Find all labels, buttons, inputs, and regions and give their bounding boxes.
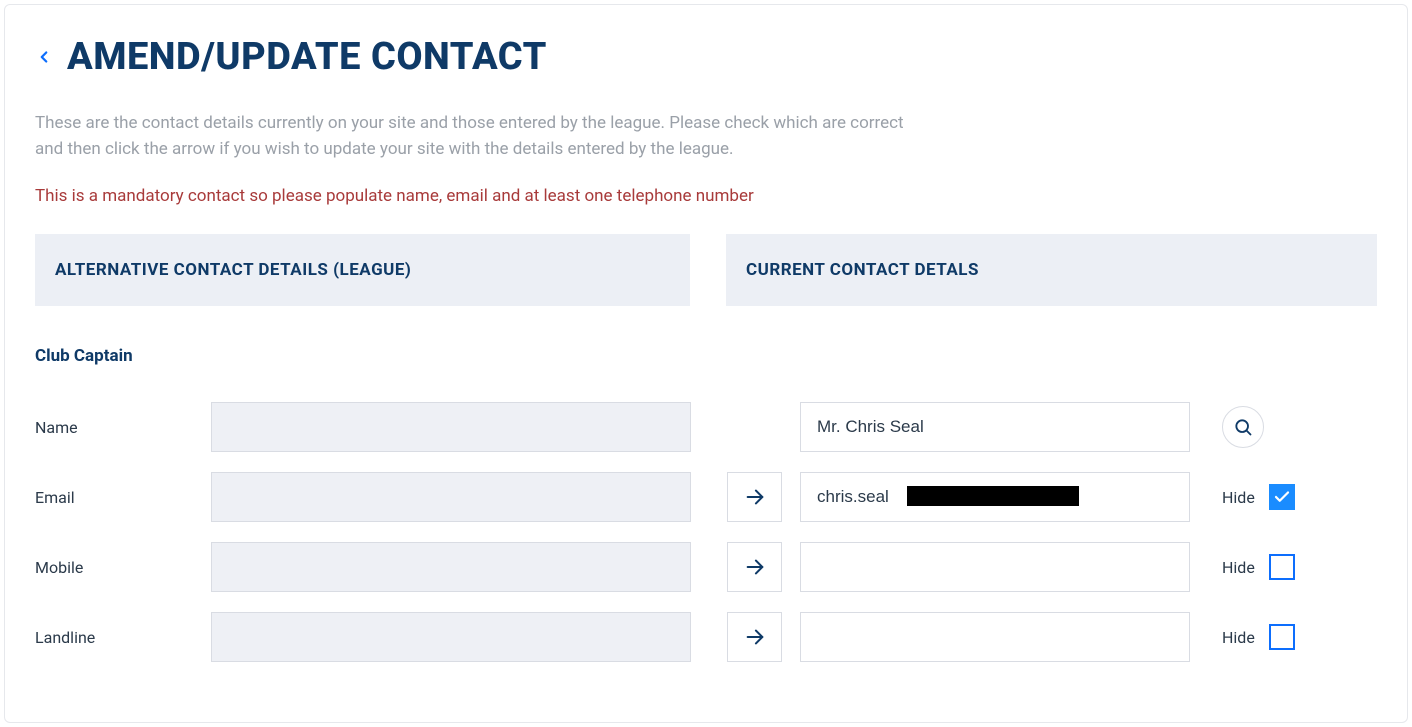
- row-landline: Landline Hide: [35, 612, 1377, 662]
- label-name: Name: [35, 418, 211, 437]
- role-title: Club Captain: [35, 346, 1377, 366]
- hide-email-label: Hide: [1222, 488, 1255, 507]
- search-icon: [1233, 417, 1253, 437]
- alternative-section-header: ALTERNATIVE CONTACT DETAILS (LEAGUE): [35, 234, 690, 306]
- transfer-landline-button[interactable]: [727, 612, 782, 662]
- league-mobile-input: [211, 542, 691, 592]
- page-header: AMEND/UPDATE CONTACT: [35, 35, 1377, 79]
- back-button[interactable]: [35, 45, 53, 69]
- league-email-input: [211, 472, 691, 522]
- current-section-header: CURRENT CONTACT DETALS: [726, 234, 1377, 306]
- league-landline-input: [211, 612, 691, 662]
- transfer-email-button[interactable]: [727, 472, 782, 522]
- hide-email-checkbox[interactable]: [1269, 484, 1295, 510]
- section-headers: ALTERNATIVE CONTACT DETAILS (LEAGUE) CUR…: [35, 234, 1377, 306]
- page-container: AMEND/UPDATE CONTACT These are the conta…: [4, 4, 1408, 723]
- arrow-right-icon: [744, 626, 766, 648]
- label-mobile: Mobile: [35, 558, 211, 577]
- redacted-area: [907, 486, 1079, 506]
- page-title: AMEND/UPDATE CONTACT: [67, 35, 547, 79]
- search-contact-button[interactable]: [1222, 406, 1264, 448]
- current-mobile-input[interactable]: [800, 542, 1190, 592]
- hide-landline-checkbox[interactable]: [1269, 624, 1295, 650]
- chevron-left-icon: [35, 45, 53, 69]
- row-name: Name: [35, 402, 1377, 452]
- row-mobile: Mobile Hide: [35, 542, 1377, 592]
- row-email: Email Hide: [35, 472, 1377, 522]
- check-icon: [1273, 488, 1291, 506]
- league-name-input: [211, 402, 691, 452]
- mandatory-note: This is a mandatory contact so please po…: [35, 186, 1377, 206]
- label-email: Email: [35, 488, 211, 507]
- arrow-right-icon: [744, 556, 766, 578]
- hide-landline-label: Hide: [1222, 628, 1255, 647]
- hide-mobile-label: Hide: [1222, 558, 1255, 577]
- hide-mobile-checkbox[interactable]: [1269, 554, 1295, 580]
- transfer-mobile-button[interactable]: [727, 542, 782, 592]
- arrow-right-icon: [744, 486, 766, 508]
- intro-text: These are the contact details currently …: [35, 111, 905, 162]
- current-landline-input[interactable]: [800, 612, 1190, 662]
- label-landline: Landline: [35, 628, 211, 647]
- current-name-input[interactable]: [800, 402, 1190, 452]
